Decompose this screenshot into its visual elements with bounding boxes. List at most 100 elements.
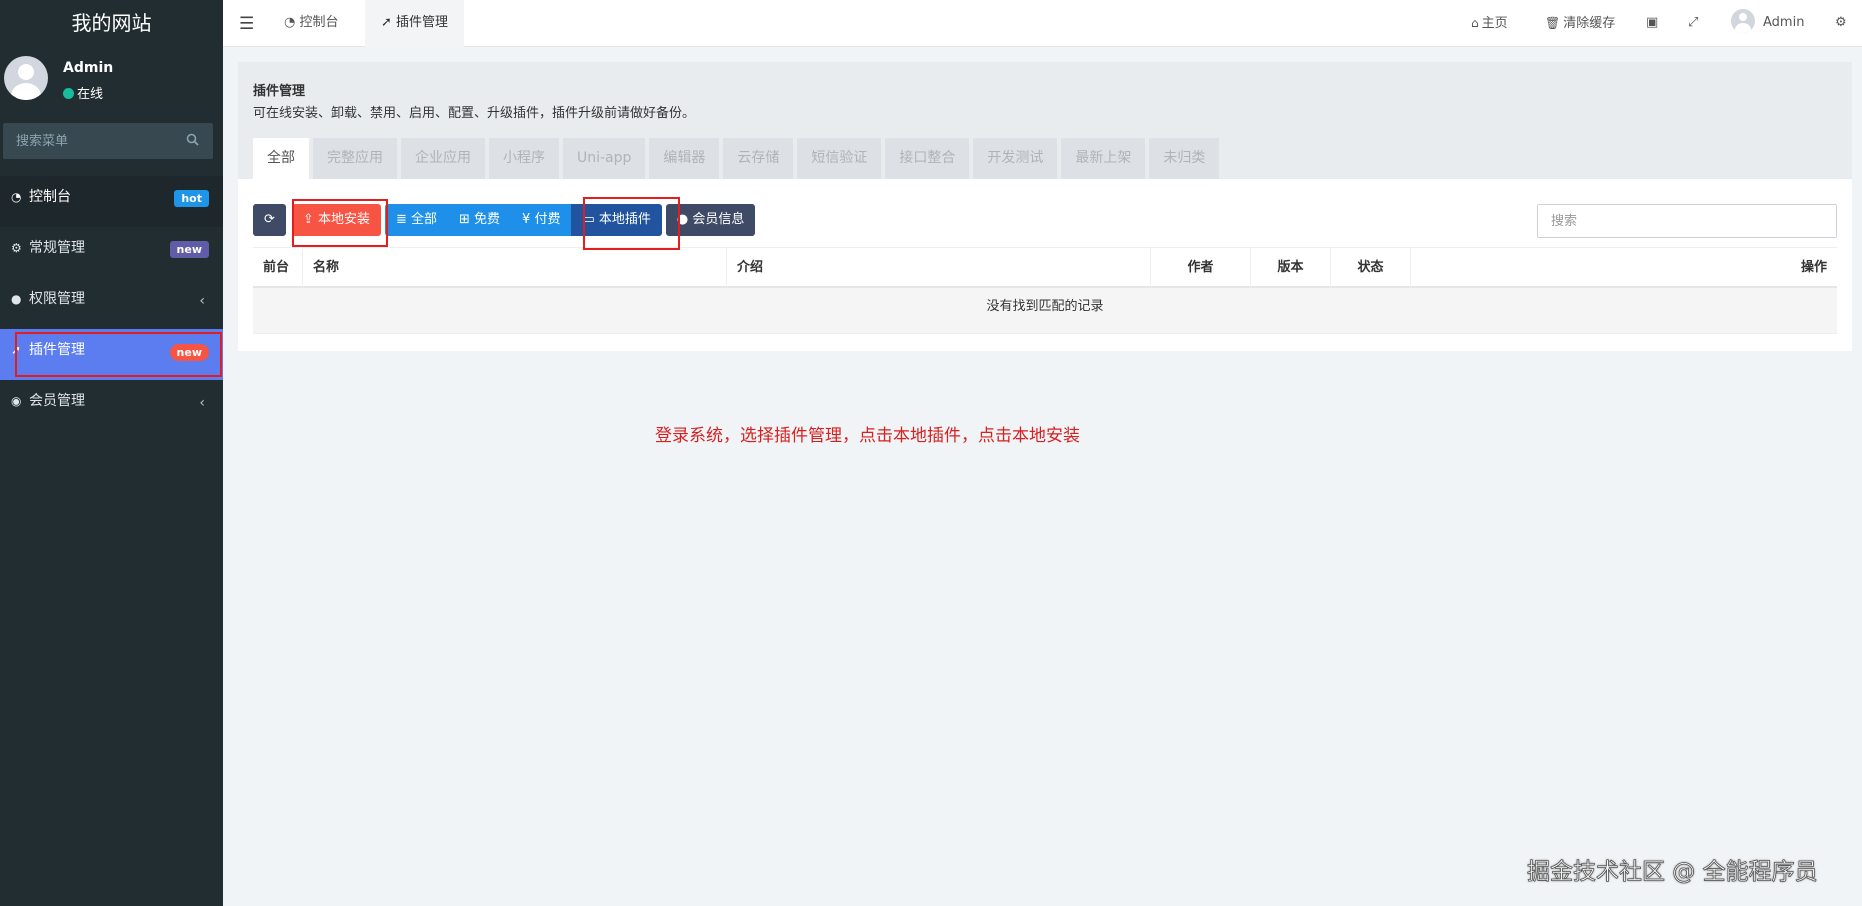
tab-dashboard[interactable]: ◔ 控制台: [268, 0, 355, 47]
user-status-text: 在线: [77, 87, 104, 102]
list-icon: ≣: [395, 212, 411, 227]
avatar: [1731, 9, 1755, 33]
user-name: Admin: [63, 60, 114, 76]
sidebar-search: [3, 123, 213, 159]
tab-cloud-storage[interactable]: 云存储: [723, 138, 794, 179]
instruction-annotation: 登录系统，选择插件管理，点击本地插件，点击本地安装: [655, 426, 1080, 446]
rocket-icon: ➚: [381, 15, 397, 30]
col-frontend[interactable]: 前台: [253, 248, 303, 287]
laptop-icon: ▭: [582, 212, 599, 227]
local-install-label: 本地安装: [317, 212, 370, 227]
dashboard-icon: ◔: [11, 190, 22, 204]
tab-editor[interactable]: 编辑器: [649, 138, 720, 179]
yen-icon: ¥: [522, 212, 535, 227]
member-info-button[interactable]: ● 会员信息: [665, 204, 756, 236]
filter-paid-button[interactable]: ¥ 付费: [511, 204, 572, 236]
home-label: 主页: [1481, 16, 1508, 31]
tab-newest[interactable]: 最新上架: [1061, 138, 1146, 179]
panel-heading: 插件管理 可在线安装、卸载、禁用、启用、配置、升级插件，插件升级前请做好备份。 …: [238, 62, 1852, 179]
col-intro[interactable]: 介绍: [727, 248, 1151, 287]
search-icon[interactable]: [186, 133, 199, 150]
filter-button-group: ≣ 全部 ⊞ 免费 ¥ 付费 ▭ 本地插件: [384, 204, 662, 236]
user-circle-icon: ◉: [11, 394, 22, 408]
chevron-left-icon: ‹: [199, 395, 205, 411]
col-name[interactable]: 名称: [303, 248, 727, 287]
rocket-icon: ➚: [11, 343, 22, 357]
member-info-label: 会员信息: [692, 212, 745, 227]
tab-uncategorized[interactable]: 未归类: [1149, 138, 1220, 179]
sidebar-item-label: 控制台: [29, 189, 71, 205]
sidebar-item-dashboard[interactable]: ◔ 控制台 hot: [0, 176, 223, 227]
new-badge: new: [169, 241, 209, 258]
page-title: 插件管理: [253, 84, 306, 99]
tab-api[interactable]: 接口整合: [885, 138, 970, 179]
upload-icon: ⇪: [302, 212, 318, 227]
settings-icon[interactable]: ⚙: [1835, 0, 1847, 47]
local-install-button[interactable]: ⇪ 本地安装: [291, 204, 381, 236]
user-menu[interactable]: Admin: [1731, 0, 1804, 47]
plugin-search: [1537, 204, 1837, 238]
sidebar-item-general[interactable]: ⚙ 常规管理 new: [0, 227, 223, 278]
filter-free-button[interactable]: ⊞ 免费: [448, 204, 512, 236]
sidebar-item-plugins[interactable]: ➚ 插件管理 new: [0, 329, 223, 380]
sidebar-item-permissions[interactable]: ● 权限管理 ‹: [0, 278, 223, 329]
hot-badge: hot: [174, 190, 209, 207]
home-link[interactable]: ⌂ 主页: [1471, 0, 1508, 47]
plugin-table: 前台 名称 介绍 作者 版本 状态 操作 没有找到匹配的记录: [253, 247, 1837, 334]
site-logo[interactable]: 我的网站: [0, 0, 223, 46]
top-navbar: ☰ ◔ 控制台 ➚ 插件管理 ⌂ 主页 🗑 清除缓存 ▣ ⤢ Admin ⚙: [223, 0, 1862, 47]
chevron-left-icon: ‹: [199, 293, 205, 309]
tab-all[interactable]: 全部: [253, 138, 309, 179]
menu-toggle-icon[interactable]: ☰: [239, 14, 254, 34]
language-icon[interactable]: ▣: [1646, 0, 1658, 47]
tab-label: 控制台: [299, 15, 339, 30]
user-status: 在线: [63, 83, 103, 102]
tab-uni-app[interactable]: Uni-app: [563, 138, 646, 179]
sidebar-item-label: 权限管理: [29, 291, 85, 307]
empty-row: 没有找到匹配的记录: [253, 288, 1837, 334]
sidebar-item-label: 常规管理: [29, 240, 85, 256]
local-plugins-label: 本地插件: [598, 212, 651, 227]
sidebar-item-members[interactable]: ◉ 会员管理 ‹: [0, 380, 223, 431]
local-plugins-button[interactable]: ▭ 本地插件: [571, 204, 662, 236]
avatar: [4, 56, 48, 100]
col-version[interactable]: 版本: [1251, 248, 1331, 287]
col-status[interactable]: 状态: [1331, 248, 1411, 287]
plugin-panel: 插件管理 可在线安装、卸载、禁用、启用、配置、升级插件，插件升级前请做好备份。 …: [238, 62, 1852, 351]
new-badge: new: [169, 344, 209, 361]
sidebar: 我的网站 Admin 在线 ◔ 控制台 hot ⚙ 常规管理 new ● 权限管理 ‹…: [0, 0, 223, 906]
dashboard-icon: ◔: [284, 15, 300, 30]
user-panel: Admin 在线: [0, 46, 223, 114]
cogs-icon: ⚙: [11, 241, 22, 255]
page-description: 可在线安装、卸载、禁用、启用、配置、升级插件，插件升级前请做好备份。: [253, 106, 696, 121]
filter-all-label: 全部: [410, 212, 437, 227]
filter-paid-label: 付费: [534, 212, 561, 227]
online-status-icon: [63, 88, 74, 99]
filter-all-button[interactable]: ≣ 全部: [384, 204, 448, 236]
col-actions[interactable]: 操作: [1411, 248, 1837, 287]
tab-complete-app[interactable]: 完整应用: [313, 138, 397, 179]
tab-plugins[interactable]: ➚ 插件管理: [365, 0, 465, 47]
sidebar-item-label: 会员管理: [29, 393, 85, 409]
clear-cache-button[interactable]: 🗑 清除缓存: [1545, 0, 1615, 47]
tab-mini-program[interactable]: 小程序: [489, 138, 559, 179]
refresh-icon: ⟳: [264, 212, 275, 227]
fullscreen-icon[interactable]: ⤢: [1688, 0, 1698, 47]
tab-dev-test[interactable]: 开发测试: [973, 138, 1058, 179]
sidebar-search-input[interactable]: [3, 123, 213, 159]
filter-free-label: 免费: [474, 212, 501, 227]
category-tabs: 全部 完整应用 企业应用 小程序 Uni-app 编辑器 云存储 短信验证 接口…: [253, 138, 1223, 179]
refresh-button[interactable]: ⟳: [253, 204, 286, 236]
gift-icon: ⊞: [459, 212, 475, 227]
tab-label: 插件管理: [396, 15, 449, 30]
trash-icon: 🗑: [1545, 16, 1561, 30]
tab-enterprise-app[interactable]: 企业应用: [401, 138, 485, 179]
header-user-name: Admin: [1763, 15, 1805, 30]
col-author[interactable]: 作者: [1151, 248, 1251, 287]
tab-sms[interactable]: 短信验证: [797, 138, 882, 179]
plugin-search-input[interactable]: [1538, 205, 1836, 237]
toolbar: ⟳ ⇪ 本地安装 ≣ 全部 ⊞ 免费 ¥ 付费 ▭ 本地插件 ● 会员信息: [253, 204, 756, 236]
user-icon: ●: [676, 212, 693, 227]
sidebar-menu: ◔ 控制台 hot ⚙ 常规管理 new ● 权限管理 ‹ ➚ 插件管理 new ◉ 会员…: [0, 176, 223, 431]
users-icon: ●: [11, 292, 22, 306]
